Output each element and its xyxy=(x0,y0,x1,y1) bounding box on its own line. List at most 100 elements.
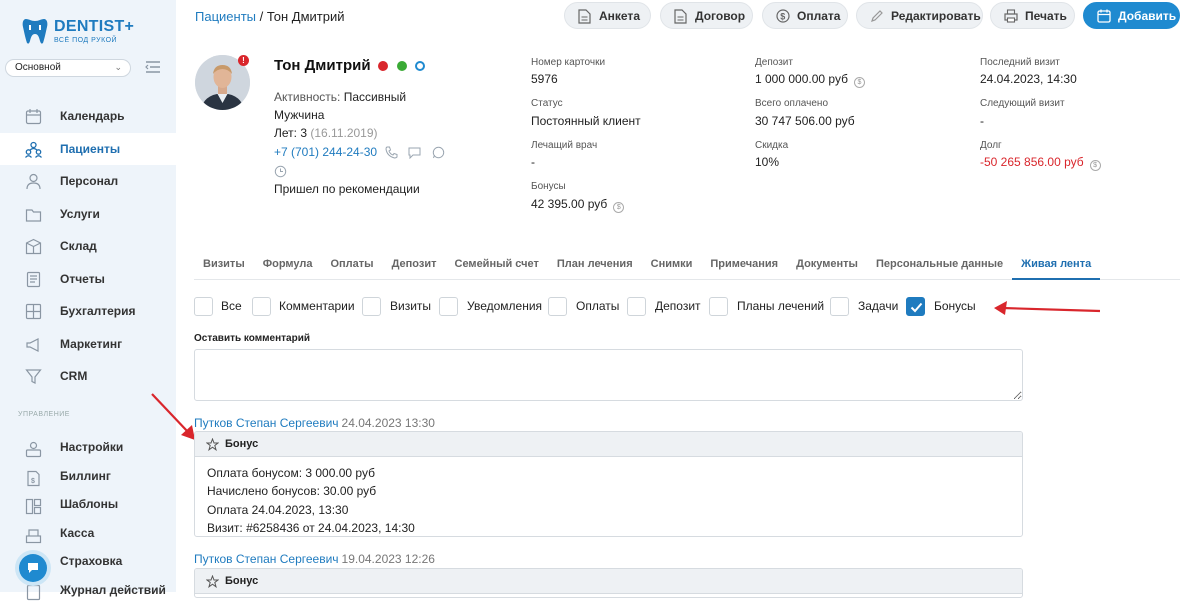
filter-deposit-checkbox[interactable] xyxy=(627,297,646,316)
sidebar-item-marketing[interactable]: Маркетинг xyxy=(0,328,176,361)
filter-notifications-label[interactable]: Уведомления xyxy=(467,299,542,313)
sidebar-item-label: CRM xyxy=(60,369,87,383)
menu-collapse-icon[interactable] xyxy=(145,60,161,74)
megaphone-icon xyxy=(25,336,42,353)
chat-button[interactable] xyxy=(19,554,47,582)
sidebar-item-reports[interactable]: Отчеты xyxy=(0,263,176,296)
document-icon xyxy=(578,9,591,24)
logo[interactable]: DENTIST+ ВСЁ ПОД РУКОЙ xyxy=(22,17,134,45)
coin-icon: $ xyxy=(776,9,790,23)
star-icon xyxy=(206,575,219,588)
tab-deposit[interactable]: Депозит xyxy=(383,256,446,280)
feed-entry-time: 19.04.2023 12:26 xyxy=(342,552,435,566)
card-number-value: 5976 xyxy=(531,72,558,86)
pencil-icon xyxy=(870,9,884,23)
tab-personal-data[interactable]: Персональные данные xyxy=(867,256,1012,280)
filter-bonuses-checkbox[interactable] xyxy=(906,297,925,316)
form-button[interactable]: Анкета xyxy=(564,2,651,29)
sidebar-item-billing[interactable]: $ Биллинг xyxy=(0,462,176,491)
sidebar-item-templates[interactable]: Шаблоны xyxy=(0,490,176,519)
filter-treatment-plans-checkbox[interactable] xyxy=(709,297,728,316)
filter-treatment-plans-label[interactable]: Планы лечений xyxy=(737,299,824,313)
accounting-icon xyxy=(25,303,42,320)
sidebar-item-label: Журнал действий xyxy=(60,583,166,597)
doctor-label: Лечащий врач xyxy=(531,140,597,151)
edit-button[interactable]: Редактировать xyxy=(856,2,983,29)
phone-call-icon[interactable] xyxy=(385,146,398,159)
feed-entry-title-bar: Бонус xyxy=(195,569,1022,594)
feed-entry-line: Начислено бонусов: 30.00 руб xyxy=(207,482,1010,500)
coin-icon: $ xyxy=(613,202,624,213)
sidebar-item-label: Склад xyxy=(60,239,97,253)
filter-tasks-checkbox[interactable] xyxy=(830,297,849,316)
filter-payments-checkbox[interactable] xyxy=(548,297,567,316)
feed-entry-header: Путков Степан Сергеевич24.04.2023 13:30 xyxy=(194,416,435,430)
sidebar-item-label: Страховка xyxy=(60,554,122,568)
warehouse-icon xyxy=(25,238,42,255)
filter-notifications-checkbox[interactable] xyxy=(439,297,458,316)
filter-payments-label[interactable]: Оплаты xyxy=(576,299,619,313)
sidebar-item-patients[interactable]: Пациенты xyxy=(0,133,176,166)
debt-label: Долг xyxy=(980,140,1002,151)
tab-visits[interactable]: Визиты xyxy=(194,256,254,280)
status-dot-green xyxy=(397,61,407,71)
feed-entry-author[interactable]: Путков Степан Сергеевич xyxy=(194,552,339,566)
feed-entry-line: Визит: #6258436 от 24.04.2023, 14:30 xyxy=(207,519,1010,537)
tab-formula[interactable]: Формула xyxy=(254,256,322,280)
payment-button[interactable]: $ Оплата xyxy=(762,2,848,29)
feed-entry-title-bar: Бонус xyxy=(195,432,1022,457)
filter-visits-label[interactable]: Визиты xyxy=(390,299,431,313)
top-bar: Пациенты / Тон Дмитрий Анкета Договор $ … xyxy=(176,0,1200,40)
feed-entry-author[interactable]: Путков Степан Сергеевич xyxy=(194,416,339,430)
filter-tasks-label[interactable]: Задачи xyxy=(858,299,898,313)
filter-deposit-label[interactable]: Депозит xyxy=(655,299,701,313)
comment-label: Оставить комментарий xyxy=(194,333,310,344)
filter-bonuses-label[interactable]: Бонусы xyxy=(934,299,976,313)
coin-icon: $ xyxy=(854,77,865,88)
contract-icon xyxy=(674,9,687,24)
sidebar-item-staff[interactable]: Персонал xyxy=(0,165,176,198)
age-label: Лет: xyxy=(274,126,297,140)
filter-comments-checkbox[interactable] xyxy=(252,297,271,316)
breadcrumb-patients-link[interactable]: Пациенты xyxy=(195,9,256,24)
whatsapp-icon[interactable] xyxy=(432,146,445,159)
next-visit-label: Следующий визит xyxy=(980,98,1065,109)
contract-button[interactable]: Договор xyxy=(660,2,753,29)
brand-tagline: ВСЁ ПОД РУКОЙ xyxy=(54,37,134,44)
sidebar-item-warehouse[interactable]: Склад xyxy=(0,230,176,263)
tab-family-account[interactable]: Семейный счет xyxy=(446,256,548,280)
patient-phone[interactable]: +7 (701) 244-24-30 xyxy=(274,145,377,159)
bonuses-label: Бонусы xyxy=(531,181,566,192)
tab-documents[interactable]: Документы xyxy=(787,256,867,280)
sidebar-item-label: Отчеты xyxy=(60,272,105,286)
breadcrumb-separator: / xyxy=(256,9,267,24)
debt-field: -50 265 856.00 руб$ xyxy=(980,155,1101,171)
comment-input[interactable] xyxy=(194,349,1023,401)
sms-icon[interactable] xyxy=(408,146,421,159)
add-button[interactable]: Добавить xyxy=(1083,2,1180,29)
tab-treatment-plan[interactable]: План лечения xyxy=(548,256,642,280)
filter-all-checkbox[interactable] xyxy=(194,297,213,316)
sidebar-item-calendar[interactable]: Календарь xyxy=(0,100,176,133)
feed-entry-time: 24.04.2023 13:30 xyxy=(342,416,435,430)
sidebar-item-label: Маркетинг xyxy=(60,337,122,351)
feed-entry-title: Бонус xyxy=(225,575,258,587)
sidebar-item-services[interactable]: Услуги xyxy=(0,198,176,231)
sidebar-item-crm[interactable]: CRM xyxy=(0,360,176,393)
sidebar-item-accounting[interactable]: Бухгалтерия xyxy=(0,295,176,328)
tab-images[interactable]: Снимки xyxy=(642,256,702,280)
tab-live-feed[interactable]: Живая лента xyxy=(1012,256,1100,280)
coin-icon: $ xyxy=(1090,160,1101,171)
filter-visits-checkbox[interactable] xyxy=(362,297,381,316)
filter-all-label[interactable]: Все xyxy=(221,299,242,313)
age-value: 3 xyxy=(300,126,307,140)
branch-select[interactable]: Основной ⌄ xyxy=(5,59,131,77)
filter-comments-label[interactable]: Комментарии xyxy=(279,299,355,313)
tab-notes[interactable]: Примечания xyxy=(701,256,787,280)
tab-payments[interactable]: Оплаты xyxy=(321,256,382,280)
print-button[interactable]: Печать xyxy=(990,2,1075,29)
sidebar-item-cashbox[interactable]: Касса xyxy=(0,519,176,548)
brand-plus: + xyxy=(125,18,135,35)
bonuses-value: 42 395.00 руб xyxy=(531,197,607,211)
last-visit-label: Последний визит xyxy=(980,57,1060,68)
